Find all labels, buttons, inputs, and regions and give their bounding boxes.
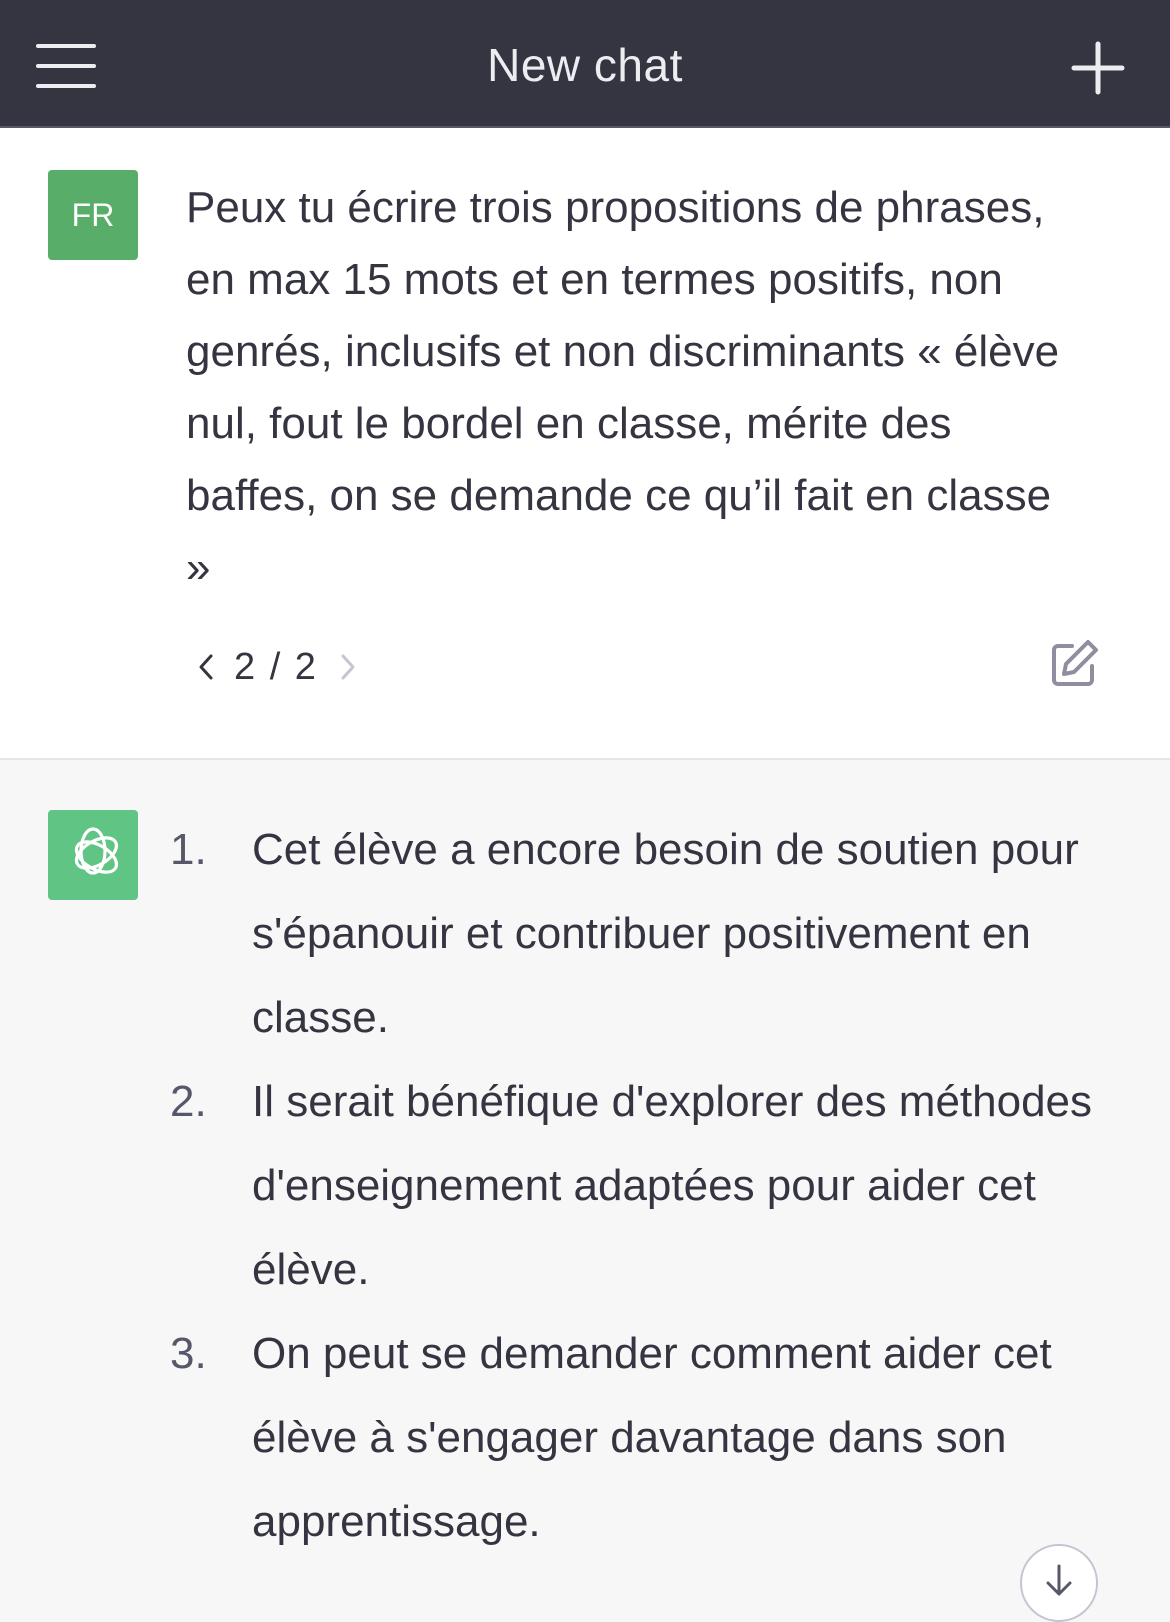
list-text: Il serait bénéfique d'explorer des métho…: [252, 1077, 1093, 1294]
plus-icon[interactable]: [1070, 40, 1126, 96]
arrow-down-icon[interactable]: [1020, 1544, 1098, 1622]
user-message: FR Peux tu écrire trois propositions de …: [0, 128, 1170, 760]
list-number: 3.: [170, 1329, 207, 1378]
answer-list: 1. Cet élève a encore besoin de soutien …: [160, 808, 1120, 1564]
list-number: 1.: [170, 825, 207, 874]
list-text: Cet élève a encore besoin de soutien pou…: [252, 825, 1079, 1042]
chevron-left-icon[interactable]: [192, 647, 220, 687]
list-number: 2.: [170, 1077, 207, 1126]
openai-logo-icon: [48, 810, 138, 900]
user-avatar: FR: [48, 170, 138, 260]
chevron-right-icon[interactable]: [334, 647, 362, 687]
edit-icon[interactable]: [1048, 638, 1100, 690]
list-item: 3. On peut se demander comment aider cet…: [160, 1312, 1120, 1564]
message-version-pager: 2 / 2: [192, 642, 362, 692]
assistant-message: 1. Cet élève a encore besoin de soutien …: [0, 760, 1170, 1588]
list-item: 1. Cet élève a encore besoin de soutien …: [160, 808, 1120, 1060]
list-item: 2. Il serait bénéfique d'explorer des mé…: [160, 1060, 1120, 1312]
version-count: 2 / 2: [234, 645, 318, 688]
user-message-text: Peux tu écrire trois propositions de phr…: [186, 183, 1060, 592]
list-text: On peut se demander comment aider cet él…: [252, 1329, 1052, 1546]
page-title: New chat: [487, 39, 683, 91]
top-bar: New chat: [0, 0, 1170, 128]
